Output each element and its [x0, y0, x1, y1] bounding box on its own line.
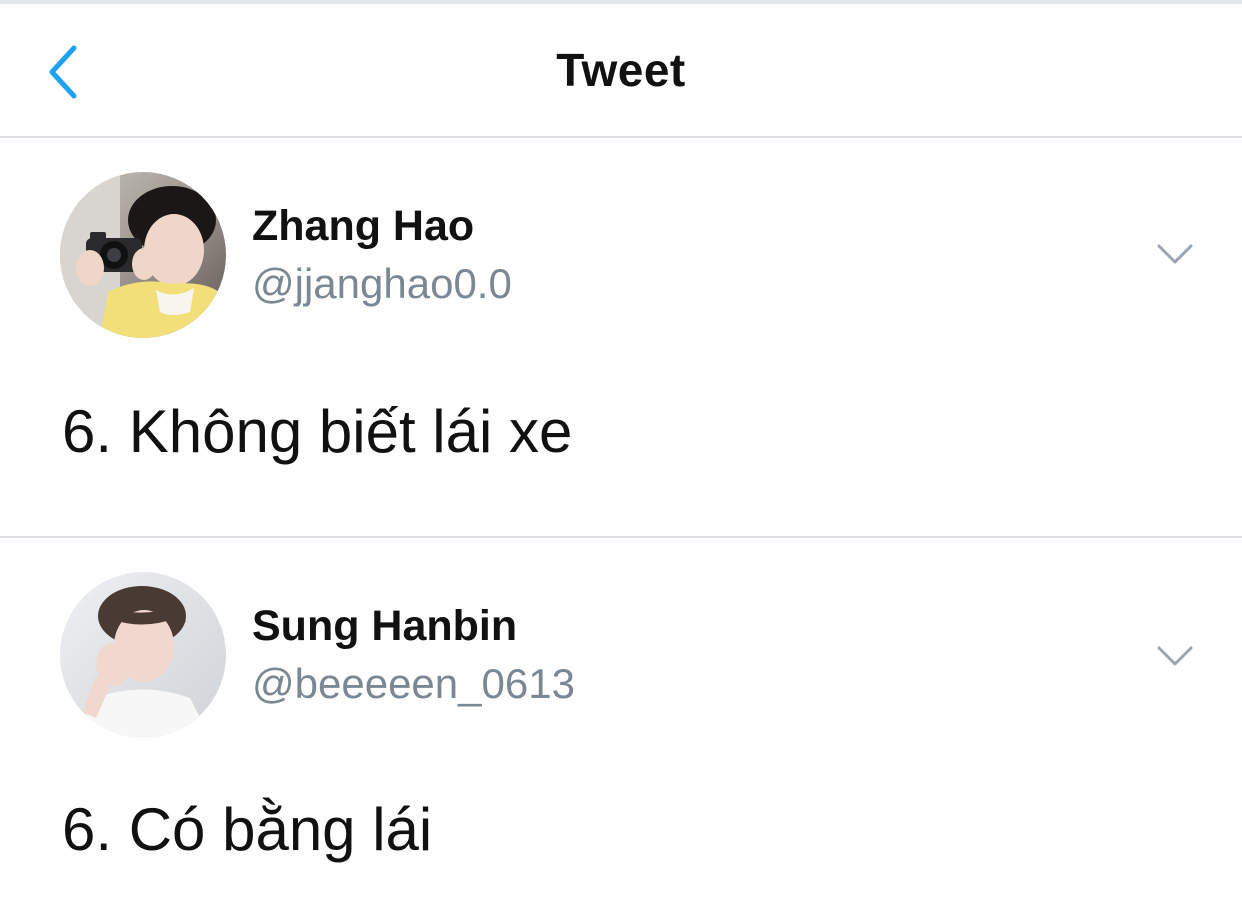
tweet-card[interactable]: Sung Hanbin @beeeeen_0613 6. Có bằng lái [0, 538, 1242, 924]
tweet-menu-button[interactable] [1150, 636, 1200, 676]
page-title: Tweet [556, 44, 686, 96]
avatar-photo [60, 172, 226, 338]
user-handle[interactable]: @beeeeen_0613 [252, 658, 575, 710]
avatar-photo [60, 572, 226, 738]
tweet-menu-button[interactable] [1150, 234, 1200, 274]
avatar[interactable] [60, 572, 226, 738]
tweet-card[interactable]: Zhang Hao @jjanghao0.0 6. Không biết lái… [0, 138, 1242, 536]
navigation-bar: Tweet [0, 4, 1242, 136]
user-handle[interactable]: @jjanghao0.0 [252, 258, 512, 310]
tweet-author[interactable]: Zhang Hao @jjanghao0.0 [252, 200, 512, 310]
tweet-author[interactable]: Sung Hanbin @beeeeen_0613 [252, 600, 575, 710]
chevron-down-icon [1157, 244, 1193, 264]
back-button[interactable] [44, 32, 104, 112]
avatar[interactable] [60, 172, 226, 338]
chevron-down-icon [1157, 646, 1193, 666]
display-name[interactable]: Sung Hanbin [252, 600, 575, 652]
tweet-text: 6. Có bằng lái [62, 796, 433, 863]
chevron-left-icon [49, 45, 77, 99]
tweet-text: 6. Không biết lái xe [62, 398, 573, 465]
display-name[interactable]: Zhang Hao [252, 200, 512, 252]
